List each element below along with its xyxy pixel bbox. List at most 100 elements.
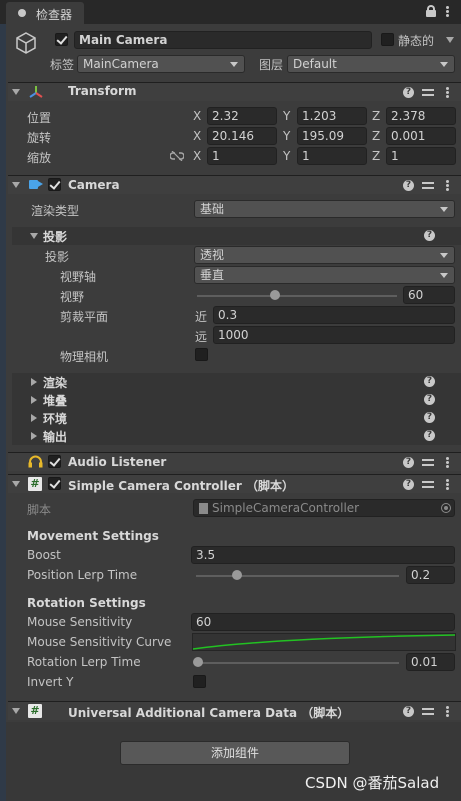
position-lerp-field[interactable]: 0.2 <box>406 566 455 584</box>
section-rendering[interactable] <box>12 373 461 391</box>
physical-camera-label: 物理相机 <box>60 350 109 364</box>
rotation-lerp-field[interactable]: 0.01 <box>406 653 455 671</box>
component-menu-icon[interactable] <box>446 180 449 191</box>
help-icon[interactable]: ? <box>424 430 435 441</box>
tag-dropdown[interactable]: MainCamera <box>77 55 245 73</box>
fov-axis-dropdown[interactable]: 垂直 <box>194 266 455 284</box>
invert-y-checkbox[interactable] <box>193 675 206 688</box>
script-field: SimpleCameraController <box>193 499 455 517</box>
fov-axis-label: 视野轴 <box>60 270 97 284</box>
axis-z-label: Z <box>372 109 381 123</box>
position-lerp-slider-track[interactable] <box>196 575 399 577</box>
chevron-right-icon[interactable] <box>31 432 37 440</box>
controller-enabled-checkbox[interactable] <box>48 477 61 490</box>
rotation-x-field[interactable]: 20.146 <box>207 127 277 145</box>
tab-inspector[interactable]: 检查器 <box>6 2 84 24</box>
projection-label: 投影 <box>45 250 70 264</box>
help-icon[interactable]: ? <box>424 230 435 241</box>
section-stack[interactable] <box>12 391 461 409</box>
help-icon[interactable]: ? <box>403 479 414 490</box>
static-checkbox[interactable] <box>381 33 394 46</box>
component-menu-icon[interactable] <box>446 479 449 490</box>
section-output[interactable] <box>12 427 461 445</box>
help-icon[interactable]: ? <box>403 87 414 98</box>
position-x-field[interactable]: 2.32 <box>207 107 277 125</box>
scale-z-field[interactable]: 1 <box>386 147 456 165</box>
camera-enabled-checkbox[interactable] <box>48 178 61 191</box>
scale-label: 缩放 <box>27 151 52 165</box>
link-broken-icon[interactable] <box>169 150 185 162</box>
script-icon: # <box>28 477 42 491</box>
object-active-checkbox[interactable] <box>55 33 68 46</box>
rotation-settings-header: Rotation Settings <box>27 596 146 610</box>
chevron-right-icon[interactable] <box>31 414 37 422</box>
fov-field[interactable]: 60 <box>403 286 455 304</box>
fov-slider-knob[interactable] <box>270 290 280 300</box>
preset-icon[interactable] <box>422 706 434 717</box>
urp-foldout-arrow[interactable] <box>12 708 20 714</box>
boost-field[interactable]: 3.5 <box>191 546 455 564</box>
help-icon[interactable]: ? <box>424 376 435 387</box>
projection-foldout-arrow[interactable] <box>30 233 38 239</box>
help-icon[interactable]: ? <box>424 394 435 405</box>
projection-header-label: 投影 <box>43 230 68 244</box>
position-lerp-slider-knob[interactable] <box>231 570 242 580</box>
controller-title: Simple Camera Controller （脚本） <box>68 479 294 493</box>
axis-y-label: Y <box>283 109 291 123</box>
rotation-lerp-slider-knob[interactable] <box>193 657 204 667</box>
static-label: 静态的 <box>398 34 435 48</box>
mouse-sensitivity-field[interactable]: 60 <box>191 613 455 631</box>
file-icon <box>199 503 208 514</box>
lock-icon[interactable] <box>426 5 436 17</box>
physical-camera-checkbox[interactable] <box>195 348 208 361</box>
scale-y-field[interactable]: 1 <box>297 147 367 165</box>
component-menu-icon[interactable] <box>446 87 449 98</box>
component-menu-icon[interactable] <box>446 706 449 717</box>
invert-y-label: Invert Y <box>27 675 74 689</box>
projection-header[interactable] <box>12 227 461 245</box>
layer-dropdown[interactable]: Default <box>287 55 455 73</box>
chevron-right-icon[interactable] <box>31 378 37 386</box>
chevron-right-icon[interactable] <box>31 396 37 404</box>
near-clip-field[interactable]: 0.3 <box>213 306 455 324</box>
render-type-dropdown[interactable]: 基础 <box>194 200 455 218</box>
rotation-lerp-slider-track[interactable] <box>196 662 399 664</box>
fov-label: 视野 <box>60 290 85 304</box>
preset-icon[interactable] <box>422 479 434 490</box>
tag-label: 标签 <box>50 58 75 72</box>
preset-icon[interactable] <box>422 180 434 191</box>
help-icon[interactable]: ? <box>403 457 414 468</box>
help-icon[interactable]: ? <box>424 412 435 423</box>
mouse-sensitivity-curve-field[interactable] <box>192 633 456 651</box>
axis-z-label: Z <box>372 149 381 163</box>
fov-slider-track[interactable] <box>197 295 397 297</box>
rotation-z-field[interactable]: 0.001 <box>386 127 456 145</box>
position-y-field[interactable]: 1.203 <box>297 107 367 125</box>
preset-icon[interactable] <box>422 87 434 98</box>
controller-foldout-arrow[interactable] <box>12 481 20 487</box>
object-picker-icon[interactable] <box>441 503 451 513</box>
tab-menu-icon[interactable] <box>446 6 449 17</box>
camera-foldout-arrow[interactable] <box>12 182 20 188</box>
near-label: 近 <box>195 310 208 324</box>
far-clip-field[interactable]: 1000 <box>213 326 455 344</box>
help-icon[interactable]: ? <box>403 180 414 191</box>
axis-x-label: X <box>193 109 202 123</box>
add-component-button[interactable]: 添加组件 <box>120 741 350 765</box>
help-icon[interactable]: ? <box>403 706 414 717</box>
component-menu-icon[interactable] <box>446 457 449 468</box>
audio-listener-enabled-checkbox[interactable] <box>48 455 61 468</box>
watermark: CSDN @番茄Salad <box>305 774 440 792</box>
position-z-field[interactable]: 2.378 <box>386 107 456 125</box>
preset-icon[interactable] <box>422 457 434 468</box>
section-environment[interactable] <box>12 409 461 427</box>
transform-foldout-arrow[interactable] <box>12 89 20 95</box>
scale-x-field[interactable]: 1 <box>207 147 277 165</box>
object-name-field[interactable]: Main Camera <box>74 31 372 49</box>
render-type-label: 渲染类型 <box>31 204 80 218</box>
clip-planes-label: 剪裁平面 <box>60 310 109 324</box>
projection-dropdown[interactable]: 透视 <box>194 246 455 264</box>
static-dropdown-arrow[interactable] <box>446 37 454 43</box>
projection-value: 透视 <box>200 248 225 262</box>
rotation-y-field[interactable]: 195.09 <box>297 127 367 145</box>
